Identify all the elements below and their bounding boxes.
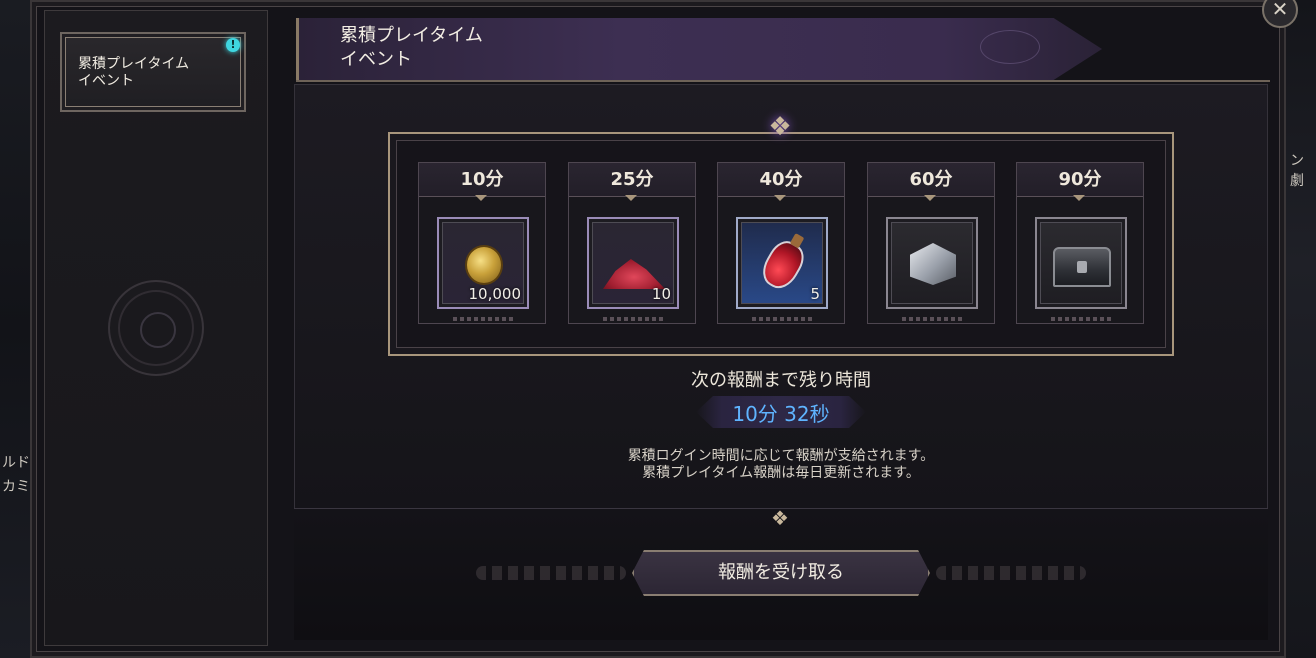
reward-slot[interactable]: 60分 xyxy=(867,162,995,324)
sidebar-item-label: イベント xyxy=(78,73,134,89)
background-right-scene xyxy=(1282,0,1316,658)
background-left-scene xyxy=(0,0,34,658)
reward-time-label: 25分 xyxy=(569,163,695,197)
reward-time-label: 60分 xyxy=(868,163,994,197)
iron-chest-icon xyxy=(1053,247,1111,287)
info-line: 累積ログイン時間に応じて報酬が支給されます。 xyxy=(627,448,935,464)
button-ornament xyxy=(936,566,1086,580)
remaining-time-value: 10分 32秒 xyxy=(732,402,830,426)
silver-box-icon xyxy=(910,243,956,285)
reward-count: 5 xyxy=(810,285,820,303)
reward-time-label: 90分 xyxy=(1017,163,1143,197)
info-line: 累積プレイタイム報酬は毎日更新されます。 xyxy=(642,465,920,481)
reward-slot[interactable]: 10分 10,000 xyxy=(418,162,546,324)
slot-ornament xyxy=(902,317,962,321)
sidebar-item-playtime-event[interactable]: 累積プレイタイム イベント ! xyxy=(60,32,246,112)
reward-item-frame[interactable] xyxy=(886,217,978,309)
reward-count: 10,000 xyxy=(468,285,522,303)
remaining-time-label: 次の報酬まで残り時間 xyxy=(691,370,871,391)
reward-count: 10 xyxy=(651,285,671,303)
reward-item-frame[interactable]: 10 xyxy=(587,217,679,309)
gold-coin-icon xyxy=(465,245,503,285)
title-divider xyxy=(296,80,1270,82)
page-title-line: イベント xyxy=(340,49,412,70)
reward-time-label: 40分 xyxy=(718,163,844,197)
slot-ornament xyxy=(752,317,812,321)
reward-slot[interactable]: 25分 10 xyxy=(568,162,696,324)
sidebar-emblem-icon xyxy=(108,280,204,376)
reward-item-frame[interactable]: 10,000 xyxy=(437,217,529,309)
slot-ornament xyxy=(603,317,663,321)
info-text: 累積ログイン時間に応じて報酬が支給されます。 累積プレイタイム報酬は毎日更新され… xyxy=(0,448,1316,482)
slot-ornament xyxy=(453,317,513,321)
crest-icon: ❖ xyxy=(768,112,792,142)
reward-item-frame[interactable] xyxy=(1035,217,1127,309)
button-ornament xyxy=(476,566,626,580)
reward-slot[interactable]: 40分 5 xyxy=(717,162,845,324)
background-edge-text: ン劇 xyxy=(1290,153,1304,189)
page-title: 累積プレイタイム イベント xyxy=(340,24,483,72)
alert-icon: ! xyxy=(226,38,240,52)
reward-time-label: 10分 xyxy=(419,163,545,197)
title-ornament-icon xyxy=(980,30,1040,64)
claim-reward-button[interactable]: 報酬を受け取る xyxy=(632,550,930,596)
reward-item-frame[interactable]: 5 xyxy=(736,217,828,309)
slot-ornament xyxy=(1051,317,1111,321)
reward-slot[interactable]: 90分 xyxy=(1016,162,1144,324)
red-potion-icon xyxy=(756,235,810,295)
chevron-down-icon: ❖ xyxy=(771,506,789,530)
page-title-line: 累積プレイタイム xyxy=(340,25,483,46)
sidebar-item-label: 累積プレイタイム xyxy=(78,56,190,72)
